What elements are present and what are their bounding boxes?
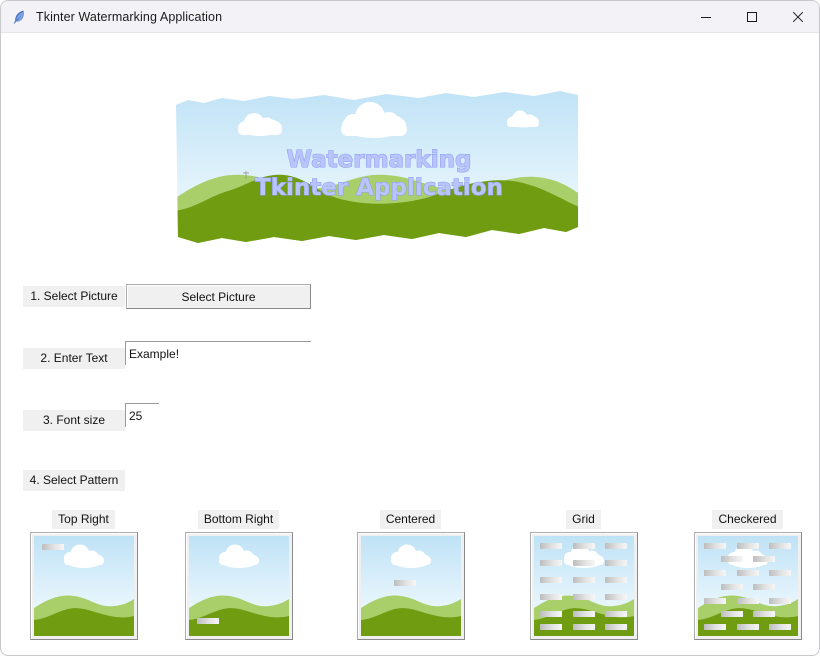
pattern-button-row: Top Right Bottom Right Centered Grid Che [1,510,820,650]
pattern-caption: Top Right [52,510,115,529]
close-icon [792,11,804,23]
title-bar: Tkinter Watermarking Application [1,1,820,33]
label-step-1-select-picture: 1. Select Picture [23,286,125,307]
banner-image: Watermarking Tkinter Application [174,87,584,247]
pattern-grid-button[interactable] [530,532,638,640]
watermark-text-input[interactable] [125,341,311,365]
pattern-option-bottom-right: Bottom Right [156,510,321,640]
pattern-thumbnail [534,536,634,636]
pattern-top-right-button[interactable] [30,532,138,640]
font-size-input[interactable] [125,403,159,427]
banner-line-1: Watermarking [287,147,472,173]
label-step-2-enter-text: 2. Enter Text [23,348,125,369]
maximize-button[interactable] [729,1,775,32]
pattern-caption: Bottom Right [198,510,279,529]
pattern-thumbnail [189,536,289,636]
pattern-caption: Centered [380,510,441,529]
pattern-option-grid: Grid [501,510,666,640]
minimize-icon [700,11,712,23]
banner-line-2: Tkinter Application [255,175,503,201]
app-window: Tkinter Watermarking Application [0,0,820,656]
pattern-centered-button[interactable] [357,532,465,640]
window-controls [683,1,820,32]
select-picture-button[interactable]: Select Picture [126,284,311,309]
pattern-bottom-right-button[interactable] [185,532,293,640]
window-title: Tkinter Watermarking Application [36,10,222,24]
banner-illustration: Watermarking Tkinter Application [174,87,584,247]
maximize-icon [746,11,758,23]
pattern-caption: Grid [566,510,601,529]
label-step-4-select-pattern: 4. Select Pattern [23,470,125,491]
pattern-thumbnail [361,536,461,636]
pattern-option-top-right: Top Right [1,510,166,640]
pattern-caption: Checkered [712,510,782,529]
pattern-checkered-button[interactable] [694,532,802,640]
pattern-option-centered: Centered [328,510,493,640]
label-step-3-font-size: 3. Font size [23,410,125,431]
pattern-option-checkered: Checkered [665,510,820,640]
close-button[interactable] [775,1,820,32]
minimize-button[interactable] [683,1,729,32]
pattern-thumbnail [34,536,134,636]
tk-feather-icon [11,9,27,25]
pattern-thumbnail [698,536,798,636]
